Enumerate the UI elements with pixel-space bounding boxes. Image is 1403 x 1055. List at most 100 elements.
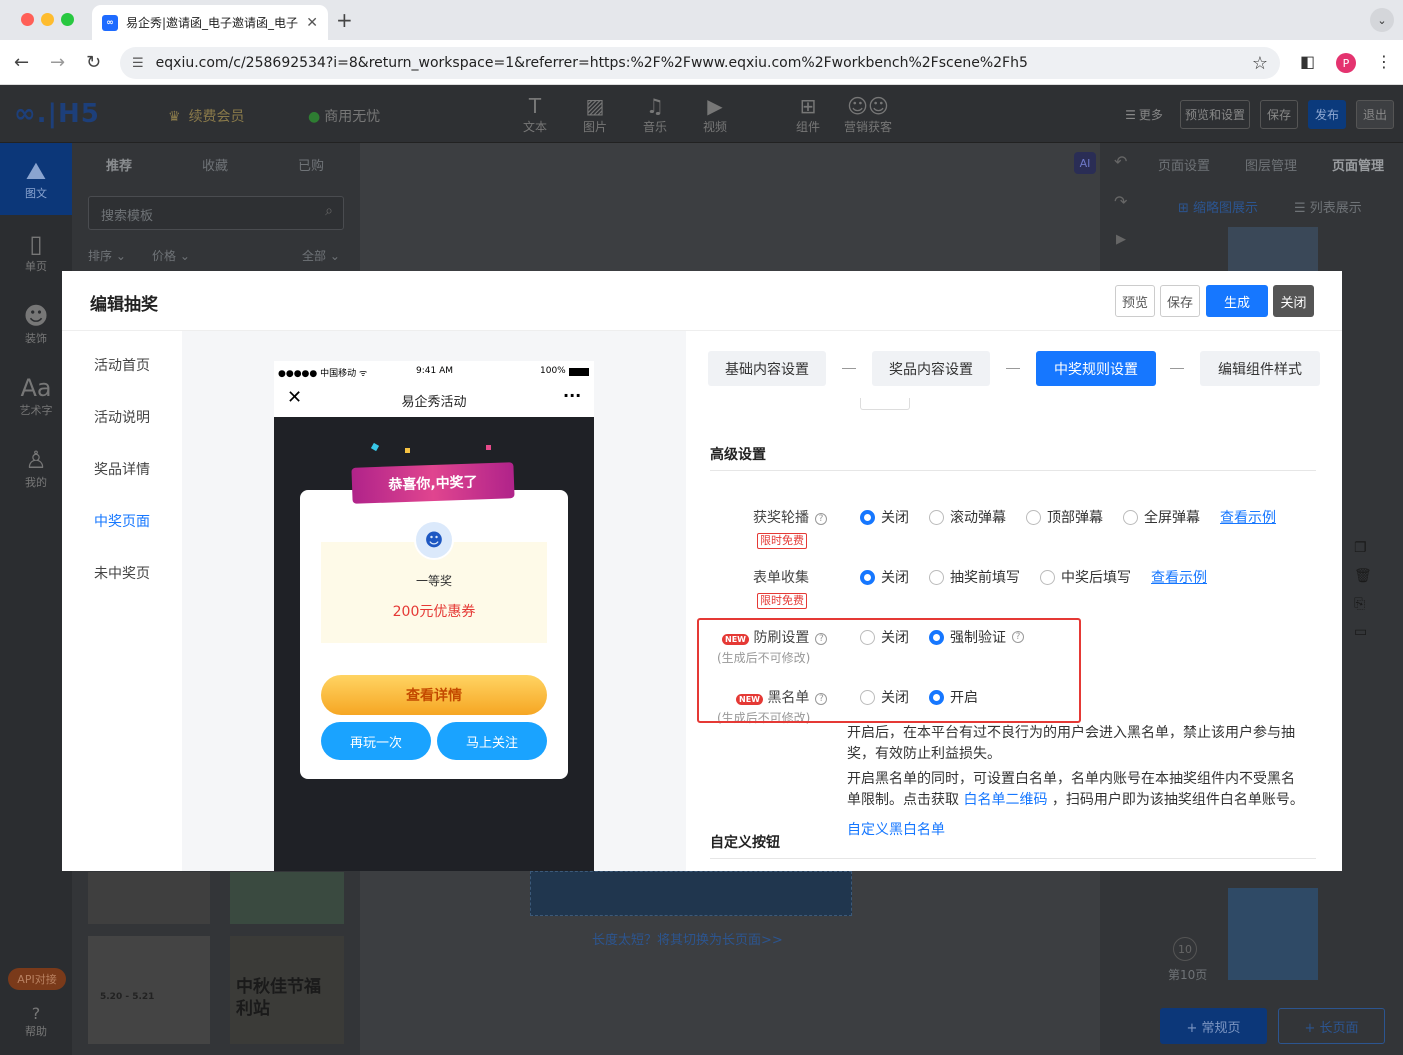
site-settings-icon[interactable]: ☰	[132, 56, 144, 71]
page-thumbnail[interactable]	[1228, 227, 1318, 271]
tool-video[interactable]: ▶ 视频	[695, 94, 735, 135]
window-close-button[interactable]	[21, 13, 34, 26]
redo-icon[interactable]: ↷	[1114, 192, 1127, 211]
profile-avatar[interactable]: P	[1336, 53, 1356, 73]
browser-tab[interactable]: ∞ 易企秀|邀请函_电子邀请函_电子 ✕	[92, 5, 328, 40]
tab-favorites[interactable]: 收藏	[202, 155, 228, 174]
modal-nav-lose-page[interactable]: 未中奖页	[94, 563, 150, 583]
forward-arrow-icon[interactable]: →	[50, 52, 65, 73]
form-option-before[interactable]: 抽奖前填写	[929, 567, 1020, 587]
duplicate-icon[interactable]: ⎘	[1354, 590, 1372, 618]
browser-menu-icon[interactable]: ⋮	[1376, 52, 1392, 71]
bookmark-star-icon[interactable]: ☆	[1252, 53, 1268, 74]
folder-icon[interactable]: ▭	[1354, 618, 1372, 646]
template-thumb[interactable]: 5.20 - 5.21	[88, 936, 210, 1044]
tab-search-chevron-icon[interactable]: ⌄	[1370, 8, 1394, 32]
copy-icon[interactable]: ❐	[1354, 534, 1372, 562]
whitelist-qrcode-link[interactable]: 白名单二维码	[963, 792, 1047, 808]
more-button[interactable]: ☰ 更多	[1118, 100, 1170, 129]
carousel-option-scroll[interactable]: 滚动弹幕	[929, 507, 1006, 527]
carousel-option-top[interactable]: 顶部弹幕	[1026, 507, 1103, 527]
commercial-badge[interactable]: ● 商用无忧	[308, 106, 380, 126]
add-long-page-button[interactable]: + 长页面	[1278, 1008, 1385, 1044]
exit-button[interactable]: 退出	[1356, 100, 1394, 129]
question-icon[interactable]: ?	[815, 513, 827, 525]
filter-all[interactable]: 全部 ⌄	[302, 247, 340, 264]
sidebar-toggle-icon[interactable]: ◧	[1300, 52, 1315, 71]
replay-button[interactable]: 再玩一次	[321, 722, 431, 760]
vip-renew-link[interactable]: ♛ 续费会员	[168, 106, 245, 126]
step-component-style[interactable]: 编辑组件样式	[1200, 351, 1320, 386]
tool-image[interactable]: ▨ 图片	[575, 94, 615, 135]
window-zoom-button[interactable]	[61, 13, 74, 26]
list-view-toggle[interactable]: ☰ 列表展示	[1294, 197, 1362, 216]
ai-icon[interactable]: AI	[1074, 152, 1096, 174]
trash-icon[interactable]: 🗑	[1354, 562, 1372, 590]
tool-text[interactable]: T 文本	[515, 94, 555, 135]
tab-purchased[interactable]: 已购	[298, 155, 324, 174]
tab-layer-manage[interactable]: 图层管理	[1245, 155, 1297, 174]
form-option-after[interactable]: 中奖后填写	[1040, 567, 1131, 587]
prize-level: 一等奖	[415, 574, 452, 588]
modal-generate-button[interactable]: 生成	[1206, 285, 1268, 317]
modal-save-button[interactable]: 保存	[1160, 285, 1200, 317]
page-thumbnail-10[interactable]	[1228, 888, 1318, 980]
template-thumb[interactable]: 中秋佳节福利站	[230, 936, 344, 1044]
modal-nav-rules[interactable]: 活动说明	[94, 407, 150, 427]
tool-component[interactable]: ⊞ 组件	[788, 94, 828, 135]
undo-icon[interactable]: ↶	[1114, 152, 1127, 171]
add-normal-page-button[interactable]: + 常规页	[1160, 1008, 1267, 1044]
modal-nav-win-page[interactable]: 中奖页面	[94, 511, 150, 531]
tool-music[interactable]: ♫ 音乐	[635, 94, 675, 135]
form-option-off[interactable]: 关闭	[860, 567, 909, 587]
template-search-input[interactable]: 搜索模板 ⌕	[88, 196, 344, 230]
follow-button[interactable]: 马上关注	[437, 722, 547, 760]
highlight-box	[697, 618, 1081, 723]
step-basic-content[interactable]: 基础内容设置	[708, 351, 826, 386]
tab-page-manage[interactable]: 页面管理	[1332, 155, 1384, 174]
left-nav-graphic[interactable]: ⛰ 图文	[0, 143, 72, 215]
tab-close-icon[interactable]: ✕	[306, 15, 318, 31]
switch-long-page-link[interactable]: 长度太短？将其切换为长页面>>	[592, 929, 783, 948]
list-icon: ☰	[1125, 107, 1136, 122]
app-logo[interactable]: ∞.|H5	[14, 99, 100, 129]
address-bar[interactable]: ☰ eqxiu.com/c/258692534?i=8&return_works…	[120, 47, 1280, 79]
step-prize-content[interactable]: 奖品内容设置	[872, 351, 990, 386]
carousel-option-off[interactable]: 关闭	[860, 507, 909, 527]
publish-button[interactable]: 发布	[1308, 100, 1346, 129]
new-tab-icon[interactable]: +	[336, 8, 353, 32]
reload-icon[interactable]: ↻	[86, 52, 101, 73]
view-detail-button[interactable]: 查看详情	[321, 675, 547, 715]
filter-price[interactable]: 价格 ⌄	[152, 247, 190, 264]
thumbnail-view-toggle[interactable]: ⊞ 缩略图展示	[1178, 197, 1258, 216]
modal-preview-button[interactable]: 预览	[1115, 285, 1155, 317]
play-icon[interactable]: ▶	[1116, 232, 1126, 247]
modal-close-button[interactable]: 关闭	[1273, 285, 1314, 317]
carousel-see-example-link[interactable]: 查看示例	[1220, 507, 1276, 527]
modal-nav-home[interactable]: 活动首页	[94, 355, 150, 375]
template-thumb[interactable]	[230, 872, 344, 924]
template-thumb[interactable]	[88, 872, 210, 924]
step-win-rules[interactable]: 中奖规则设置	[1036, 351, 1156, 386]
form-see-example-link[interactable]: 查看示例	[1151, 567, 1207, 587]
section-divider	[710, 470, 1316, 471]
tab-title: 易企秀|邀请函_电子邀请函_电子	[126, 16, 299, 30]
api-button[interactable]: API对接	[8, 968, 66, 990]
preview-settings-button[interactable]: 预览和设置	[1180, 100, 1250, 129]
custom-blacklist-link[interactable]: 自定义黑白名单	[847, 819, 945, 839]
tab-recommend[interactable]: 推荐	[106, 155, 132, 174]
page-actions: ❐ 🗑 ⎘ ▭	[1354, 534, 1372, 646]
back-arrow-icon[interactable]: ←	[14, 52, 29, 73]
tab-page-settings[interactable]: 页面设置	[1158, 155, 1210, 174]
carousel-option-fullscreen[interactable]: 全屏弹幕	[1123, 507, 1200, 527]
filter-sort[interactable]: 排序 ⌄	[88, 247, 126, 264]
tool-marketing[interactable]: ☺☺ 营销获客	[843, 94, 893, 135]
phone-nav-title: 易企秀活动	[401, 395, 467, 410]
header-save-button[interactable]: 保存	[1260, 100, 1298, 129]
modal-nav-prize-detail[interactable]: 奖品详情	[94, 459, 150, 479]
help-button[interactable]: ? 帮助	[0, 1004, 72, 1039]
window-minimize-button[interactable]	[41, 13, 54, 26]
page-canvas-preview[interactable]	[530, 871, 852, 916]
phone-status-bar: ●●●●● 中国移动 ᯤ 9:41 AM 100%	[274, 361, 594, 383]
left-nav-page[interactable]: ▯ 单页	[0, 230, 72, 274]
